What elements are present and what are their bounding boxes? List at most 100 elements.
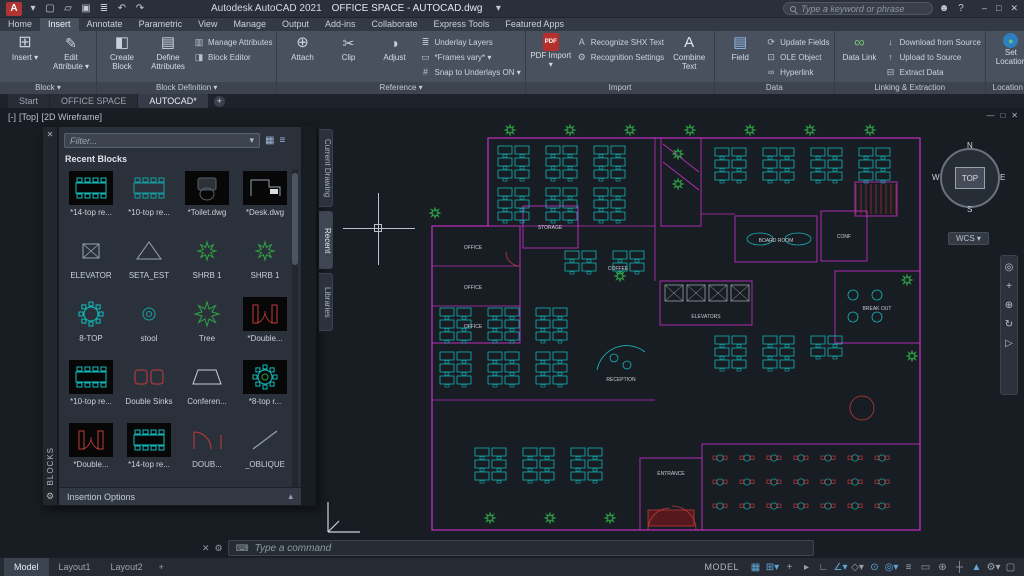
model-space-button[interactable]: MODEL	[704, 562, 739, 572]
button-data-link[interactable]: ∞Data Link	[839, 32, 881, 62]
object-snap-toggle[interactable]: ◎▾	[884, 562, 899, 573]
button-snap-to-underlays-on[interactable]: #Snap to Underlays ON ▾	[419, 65, 520, 79]
ortho-mode-toggle[interactable]: ∟	[816, 562, 831, 573]
palette-tab-libraries[interactable]: Libraries	[319, 273, 333, 331]
ribbon-tab-express-tools[interactable]: Express Tools	[426, 18, 498, 31]
object-snap-tracking-toggle[interactable]: ⊙	[867, 562, 882, 573]
block-item-toilet-dwg[interactable]: *Toilet.dwg	[178, 169, 236, 232]
block-item-stool[interactable]: stool	[120, 295, 178, 358]
view-control-button[interactable]: [Top]	[19, 112, 39, 122]
button-extract-data[interactable]: ⊟Extract Data	[885, 65, 981, 79]
palette-close-icon[interactable]: ✕	[47, 130, 54, 139]
button-clip[interactable]: ✂Clip	[327, 32, 369, 62]
drawing-restore-button[interactable]: □	[1000, 111, 1005, 120]
isometric-drafting-toggle[interactable]: ◇▾	[850, 562, 865, 573]
button-adjust[interactable]: ◑Adjust	[373, 32, 415, 62]
close-button[interactable]: ✕	[1010, 3, 1018, 14]
ribbon-tab-annotate[interactable]: Annotate	[79, 18, 131, 31]
button-recognize-shx-text[interactable]: ARecognize SHX Text	[576, 35, 664, 49]
block-item-double[interactable]: *Double...	[62, 421, 120, 484]
panel-title-import[interactable]: Import	[526, 82, 714, 94]
new-layout-button[interactable]: +	[153, 562, 170, 572]
panel-title-data[interactable]: Data	[715, 82, 833, 94]
clean-screen-toggle[interactable]: ▢	[1003, 562, 1018, 573]
insertion-options-expand-icon[interactable]: ▴	[288, 491, 293, 502]
ribbon-tab-home[interactable]: Home	[0, 18, 40, 31]
command-close-icon[interactable]: ✕	[202, 543, 210, 554]
dynamic-input-toggle[interactable]: ▸	[799, 562, 814, 573]
button-set-location[interactable]: ●Set Location	[990, 32, 1024, 66]
title-dropdown-icon[interactable]: ▾	[492, 3, 504, 14]
button-combine-text[interactable]: ACombine Text	[668, 32, 710, 71]
open-icon[interactable]: ▱	[62, 3, 74, 14]
workspace-switching-toggle[interactable]: ⚙▾	[986, 562, 1001, 573]
block-item-double[interactable]: *Double...	[236, 295, 294, 358]
button-pdf-import[interactable]: PDFPDF Import ▾	[530, 32, 572, 69]
grid-display-toggle[interactable]: ▦	[748, 562, 763, 573]
panel-title-reference[interactable]: Reference ▾	[277, 82, 524, 94]
button-upload-to-source[interactable]: ↑Upload to Source	[885, 50, 981, 64]
block-item-14-top-re[interactable]: *14-top re...	[120, 421, 178, 484]
save-icon[interactable]: ▣	[80, 3, 92, 14]
new-drawing-tab-button[interactable]: +	[214, 96, 225, 107]
block-item-10-top-re[interactable]: *10-top re...	[120, 169, 178, 232]
full-navigation-wheel-icon[interactable]: ◎	[1005, 262, 1014, 273]
selection-cycling-toggle[interactable]: ⊕	[935, 562, 950, 573]
show-motion-icon[interactable]: ▷	[1005, 338, 1013, 349]
filter-dropdown-icon[interactable]: ▾	[249, 135, 254, 146]
help-icon[interactable]: ?	[955, 3, 967, 14]
block-item-double-sinks[interactable]: Double Sinks	[120, 358, 178, 421]
ribbon-tab-manage[interactable]: Manage	[225, 18, 274, 31]
sign-in-icon[interactable]: ☻	[938, 3, 950, 14]
button-define-attributes[interactable]: ▤Define Attributes	[147, 32, 189, 71]
palette-properties-icon[interactable]: ⚙	[46, 491, 54, 502]
block-item-conferen[interactable]: Conferen...	[178, 358, 236, 421]
plot-icon[interactable]: ≣	[98, 3, 110, 14]
button-hyperlink[interactable]: ∞Hyperlink	[765, 65, 829, 79]
viewcube[interactable]: N S W E TOP	[934, 142, 1006, 214]
block-item-shrb-1[interactable]: SHRB 1	[178, 232, 236, 295]
block-item-seta-est[interactable]: SETA_EST	[120, 232, 178, 295]
viewcube-north[interactable]: N	[967, 141, 973, 150]
button-block-editor[interactable]: ◨Block Editor	[193, 50, 272, 64]
button-insert[interactable]: ⊞Insert ▾	[4, 32, 46, 62]
viewcube-south[interactable]: S	[967, 205, 972, 214]
block-item-elevator[interactable]: ELEVATOR	[62, 232, 120, 295]
drawing-minimize-button[interactable]: —	[986, 111, 994, 120]
palette-tab-current-drawing[interactable]: Current Drawing	[319, 129, 333, 207]
file-tab-office-space[interactable]: OFFICE SPACE	[50, 94, 137, 108]
button-frames-vary[interactable]: ▭*Frames vary* ▾	[419, 50, 520, 64]
button-ole-object[interactable]: ⊡OLE Object	[765, 50, 829, 64]
ribbon-tab-parametric[interactable]: Parametric	[131, 18, 191, 31]
lineweight-toggle[interactable]: ≡	[901, 562, 916, 573]
palette-menu-icon[interactable]: ≡	[279, 135, 285, 146]
panel-title-linking-extraction[interactable]: Linking & Extraction	[835, 82, 985, 94]
button-update-fields[interactable]: ⟳Update Fields	[765, 35, 829, 49]
block-item-14-top-re[interactable]: *14-top re...	[62, 169, 120, 232]
command-customize-icon[interactable]: ⚙	[215, 543, 223, 554]
logo-dropdown-icon[interactable]: ▾	[27, 3, 39, 14]
annotation-visibility-toggle[interactable]: ▲	[969, 562, 984, 573]
button-attach[interactable]: ⊕Attach	[281, 32, 323, 62]
block-item-desk-dwg[interactable]: *Desk.dwg	[236, 169, 294, 232]
pan-icon[interactable]: +	[1006, 281, 1012, 292]
maximize-button[interactable]: □	[996, 3, 1001, 14]
insertion-options-bar[interactable]: Insertion Options ▴	[59, 487, 301, 505]
viewcube-top-face[interactable]: TOP	[955, 167, 985, 189]
palette-scrollbar[interactable]	[292, 169, 298, 487]
layout-tab-layout2[interactable]: Layout2	[101, 558, 153, 576]
panel-title-block-definition[interactable]: Block Definition ▾	[97, 82, 276, 94]
button-manage-attributes[interactable]: ▥Manage Attributes	[193, 35, 272, 49]
block-item-10-top-re[interactable]: *10-top re...	[62, 358, 120, 421]
viewport-menu-button[interactable]: [-]	[8, 112, 16, 122]
ribbon-tab-collaborate[interactable]: Collaborate	[364, 18, 426, 31]
command-input[interactable]: ⌨ Type a command	[228, 540, 814, 556]
minimize-button[interactable]: –	[982, 3, 987, 14]
block-item-doub[interactable]: DOUB...	[178, 421, 236, 484]
button-edit-attribute[interactable]: ✎Edit Attribute ▾	[50, 32, 92, 71]
infer-constraints-toggle[interactable]: +	[782, 562, 797, 573]
polar-tracking-toggle[interactable]: ∠▾	[833, 562, 848, 573]
ribbon-tab-featured-apps[interactable]: Featured Apps	[497, 18, 572, 31]
block-item-oblique[interactable]: _OBLIQUE	[236, 421, 294, 484]
undo-icon[interactable]: ↶	[116, 3, 128, 14]
